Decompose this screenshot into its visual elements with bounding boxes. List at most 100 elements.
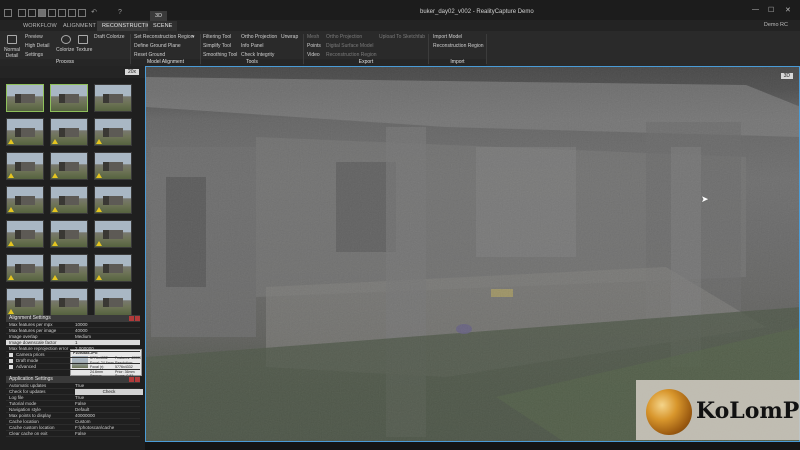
group-label-tools: Tools (201, 59, 303, 66)
check-integrity-button[interactable]: Check Integrity (241, 52, 274, 58)
draft-colorize-button[interactable]: Draft Colorize (94, 34, 125, 40)
layout-1-icon[interactable] (18, 9, 26, 17)
export-mesh-button[interactable]: Mesh (307, 34, 319, 40)
tab-workflow[interactable]: WORKFLOW (18, 21, 62, 31)
ortho-projection-button[interactable]: Ortho Projection (241, 34, 277, 40)
checkbox[interactable] (9, 353, 13, 357)
alignment-settings-header[interactable]: Alignment Settings (6, 315, 140, 322)
viewport-bottom-strip (145, 442, 800, 450)
export-points-button[interactable]: Points (307, 43, 321, 49)
layout-4-icon[interactable] (48, 9, 56, 17)
group-label-export: Export (304, 59, 428, 66)
reset-ground-button[interactable]: Reset Ground (134, 52, 165, 58)
image-thumbnail[interactable] (6, 254, 44, 282)
help-icon[interactable]: ? (116, 9, 124, 17)
title-bar: ↶ ? buker_day02_v002 - RealityCapture De… (0, 0, 800, 20)
warning-icon (8, 139, 14, 144)
thumbnail-door (59, 196, 65, 205)
setting-row[interactable]: Clear cache on exit False (6, 431, 140, 437)
high-detail-button[interactable]: High Detail (25, 43, 49, 49)
thumbnail-door (103, 162, 109, 171)
tab-alignment[interactable]: ALIGNMENT (58, 21, 101, 31)
image-thumbnail[interactable] (6, 288, 44, 316)
image-thumbnail[interactable] (6, 152, 44, 180)
layout-5-icon[interactable] (58, 9, 66, 17)
normal-detail-button[interactable]: Normal Detail (3, 47, 21, 59)
images-panel-header: 20x (0, 66, 145, 78)
import-model-button[interactable]: Import Model (433, 34, 462, 40)
tab-scene[interactable]: SCENE (148, 21, 178, 31)
image-thumbnail[interactable] (50, 118, 88, 146)
image-thumbnail[interactable] (94, 84, 132, 112)
image-thumbnail[interactable] (50, 84, 88, 112)
preview-button[interactable]: Preview (25, 34, 43, 40)
layout-3-icon[interactable] (38, 9, 46, 17)
layout-6-icon[interactable] (68, 9, 76, 17)
image-thumbnail[interactable] (94, 118, 132, 146)
normal-detail-icon (7, 35, 17, 44)
image-thumbnail[interactable] (50, 152, 88, 180)
image-thumbnail[interactable] (94, 220, 132, 248)
image-thumbnail[interactable] (94, 186, 132, 214)
layout-7-icon[interactable] (78, 9, 86, 17)
checkbox[interactable] (9, 365, 13, 369)
setting-key: Clear cache on exit (9, 431, 48, 436)
close-panel-icon[interactable] (135, 377, 140, 382)
export-region-button[interactable]: Reconstruction Region (326, 52, 377, 58)
image-count-badge: 20x (124, 69, 139, 75)
define-ground-button[interactable]: Define Ground Plane (134, 43, 181, 49)
import-region-button[interactable]: Reconstruction Region (433, 43, 484, 49)
pin-icon[interactable] (129, 316, 134, 321)
set-region-dropdown-icon[interactable]: ▾ (192, 34, 195, 40)
close-icon[interactable]: ✕ (785, 6, 791, 14)
filtering-tool-button[interactable]: Filtering Tool (203, 34, 231, 40)
info-panel-button[interactable]: Info Panel (241, 43, 264, 49)
undo-icon[interactable]: ↶ (90, 9, 98, 17)
simplify-tool-button[interactable]: Simplify Tool (203, 43, 231, 49)
warning-icon (8, 241, 14, 246)
view-mode-badge: 3D (780, 73, 793, 79)
image-thumbnail[interactable] (50, 254, 88, 282)
smoothing-tool-button[interactable]: Smoothing Tool (203, 52, 237, 58)
pin-icon[interactable] (129, 377, 134, 382)
alignment-settings-title: Alignment Settings (9, 315, 51, 321)
upload-sketchfab-button[interactable]: Upload To Sketchfab (379, 34, 425, 40)
thumbnail-door (15, 230, 21, 239)
warning-icon (96, 173, 102, 178)
export-dsm-button[interactable]: Digital Surface Model (326, 43, 374, 49)
warning-icon (8, 173, 14, 178)
thumbnail-door (59, 162, 65, 171)
image-thumbnail[interactable] (50, 220, 88, 248)
set-region-button[interactable]: Set Reconstruction Region (134, 34, 193, 40)
setting-value[interactable]: False (75, 431, 86, 437)
unwrap-button[interactable]: Unwrap (281, 34, 298, 40)
settings-button[interactable]: Settings (25, 52, 43, 58)
layout-2-icon[interactable] (28, 9, 36, 17)
image-thumbnail[interactable] (50, 288, 88, 316)
thumbnail-door (15, 264, 21, 273)
image-thumbnail[interactable] (6, 186, 44, 214)
export-video-button[interactable]: Video (307, 52, 320, 58)
image-thumbnail[interactable] (50, 186, 88, 214)
image-thumbnail[interactable] (6, 118, 44, 146)
close-panel-icon[interactable] (135, 316, 140, 321)
maximize-icon[interactable]: ☐ (768, 6, 774, 14)
image-thumbnail[interactable] (6, 220, 44, 248)
checkbox[interactable] (9, 359, 13, 363)
thumbnail-door (103, 128, 109, 137)
export-ortho-button[interactable]: Ortho Projection (326, 34, 362, 40)
colorize-button[interactable]: Colorize (56, 47, 74, 53)
warning-icon (52, 139, 58, 144)
texture-button[interactable]: Texture (76, 47, 92, 53)
watermark-logo: KoLomPC (636, 380, 800, 440)
setting-check-row[interactable]: Advanced (6, 364, 140, 370)
image-thumbnail[interactable] (6, 84, 44, 112)
image-thumbnail[interactable] (94, 254, 132, 282)
application-settings-header[interactable]: Application Settings (6, 376, 140, 383)
thumbnail-door (103, 94, 109, 103)
image-thumbnail[interactable] (94, 152, 132, 180)
warning-icon (52, 173, 58, 178)
image-thumbnail[interactable] (94, 288, 132, 316)
minimize-icon[interactable]: — (752, 6, 759, 13)
quick-access-icon[interactable] (4, 9, 12, 17)
